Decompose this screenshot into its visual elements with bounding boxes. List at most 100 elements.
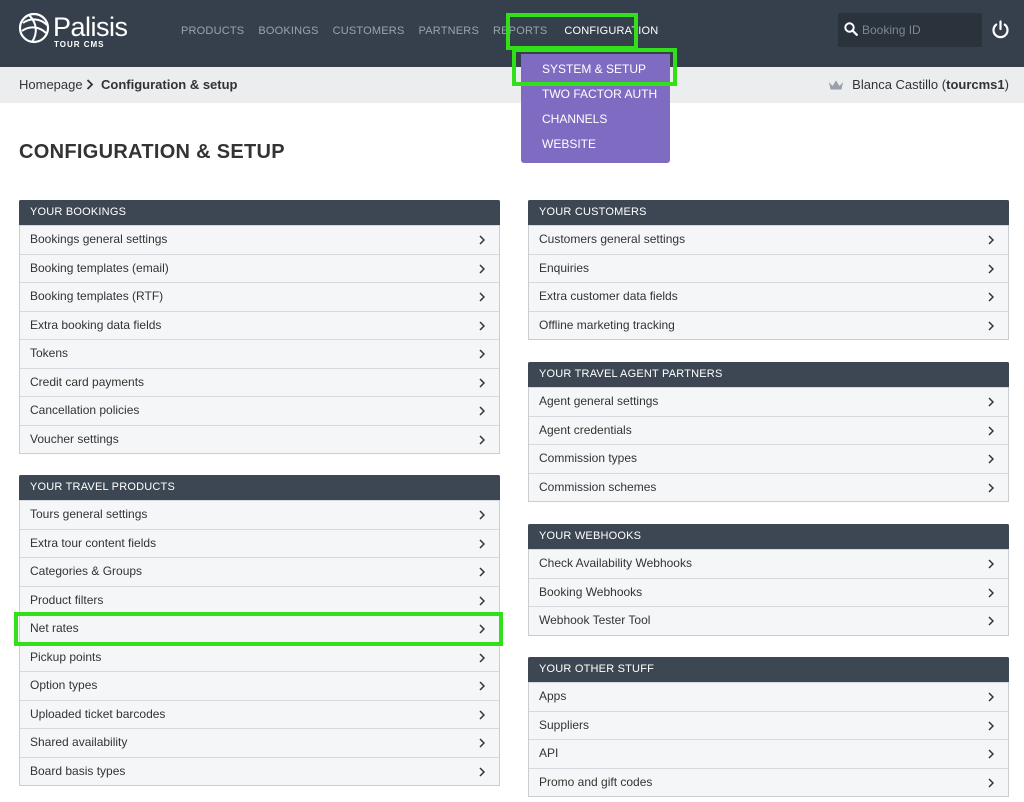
settings-link-label: Offline marketing tracking [539,317,675,332]
breadcrumb-home[interactable]: Homepage [19,77,83,92]
user-name: Blanca Castillo [852,77,939,92]
user-info[interactable]: Blanca Castillo (tourcms1) [828,77,1009,92]
settings-link[interactable]: API [529,739,1008,768]
chevron-right-icon [988,692,994,702]
settings-link[interactable]: Pickup points [20,642,499,671]
user-account-close: ) [1004,77,1009,92]
settings-link[interactable]: Credit card payments [20,367,499,396]
chevron-right-icon [479,434,485,445]
chevron-right-icon [479,681,485,691]
breadcrumb-current: Configuration & setup [101,77,238,92]
panel-travel-agent-partners: YOUR TRAVEL AGENT PARTNERS Agent general … [528,362,1009,502]
globe-logo-icon [18,12,50,44]
nav-partners[interactable]: PARTNERS [419,25,479,37]
settings-link-label: Uploaded ticket barcodes [30,706,166,721]
panel-title: YOUR TRAVEL AGENT PARTNERS [528,362,1009,387]
settings-link-label: Credit card payments [30,374,145,389]
chevron-right-icon [479,406,485,416]
settings-link[interactable]: Booking templates (email) [20,253,499,282]
settings-link[interactable]: Webhook Tester Tool [529,606,1008,635]
chevron-right-icon [479,349,485,359]
settings-link-label: Agent credentials [539,422,632,437]
settings-link[interactable]: Booking Webhooks [529,577,1008,606]
settings-link[interactable]: Extra tour content fields [20,528,499,557]
dropdown-channels[interactable]: CHANNELS [542,112,607,126]
settings-link[interactable]: Check Availability Webhooks [529,549,1008,578]
settings-link[interactable]: Shared availability [20,728,499,757]
booking-id-input[interactable] [862,13,980,47]
panel-webhooks: YOUR WEBHOOKS Check Availability Webhooks… [528,524,1009,636]
settings-link[interactable]: Cancellation policies [20,396,499,425]
booking-search [838,13,982,47]
main-nav: PRODUCTS BOOKINGS CUSTOMERS PARTNERS REP… [181,0,672,62]
settings-link[interactable]: Bookings general settings [20,225,499,254]
settings-link[interactable]: Agent general settings [529,387,1008,416]
settings-link[interactable]: Board basis types [20,756,499,785]
settings-link[interactable]: Agent credentials [529,415,1008,444]
chevron-right-icon [988,397,994,407]
panel-title: YOUR WEBHOOKS [528,524,1009,549]
panel-title: YOUR BOOKINGS [19,200,500,225]
settings-link[interactable]: Offline marketing tracking [529,310,1008,339]
chevron-right-icon [479,292,485,302]
settings-link-label: Agent general settings [539,394,659,408]
crown-icon [829,80,844,89]
top-bar: Palisis TOUR CMS PRODUCTS BOOKINGS CUSTO… [0,0,1024,67]
dropdown-two-factor-auth[interactable]: TWO FACTOR AUTH [542,87,657,101]
nav-customers[interactable]: CUSTOMERS [333,25,405,37]
settings-link[interactable]: Commission types [529,444,1008,473]
user-account: tourcms1 [946,77,1005,92]
chevron-right-icon [988,720,994,731]
settings-link-label: Enquiries [539,260,590,275]
chevron-right-icon [479,766,485,777]
settings-link-label: Tours general settings [30,507,148,521]
settings-link[interactable]: Uploaded ticket barcodes [20,699,499,728]
chevron-right-icon [479,510,485,520]
chevron-right-icon [988,616,994,626]
settings-link[interactable]: Tokens [20,339,499,368]
settings-link-label: Categories & Groups [30,564,143,578]
logo[interactable]: Palisis TOUR CMS [17,11,132,51]
panel-title: YOUR TRAVEL PRODUCTS [19,475,500,500]
panel-other-stuff: YOUR OTHER STUFF Apps Suppliers API Promo an… [528,657,1009,797]
settings-link[interactable]: Extra booking data fields [20,310,499,339]
dropdown-system-setup[interactable]: SYSTEM & SETUP [542,62,646,76]
power-icon[interactable] [991,20,1010,39]
panel-bookings: YOUR BOOKINGS Bookings general settings Bo… [19,200,500,454]
settings-link[interactable]: Net rates [20,614,499,643]
settings-link-label: Pickup points [30,649,102,664]
settings-link[interactable]: Commission schemes [529,472,1008,501]
nav-products[interactable]: PRODUCTS [181,25,244,37]
settings-link[interactable]: Tours general settings [20,500,499,529]
panel-customers: YOUR CUSTOMERS Customers general settings… [528,200,1009,340]
nav-bookings[interactable]: BOOKINGS [258,25,318,37]
settings-link-label: Bookings general settings [30,232,168,246]
settings-link[interactable]: Categories & Groups [20,557,499,586]
settings-link[interactable]: Customers general settings [529,225,1008,254]
settings-link-label: Apps [539,689,567,703]
settings-link[interactable]: Apps [529,682,1008,711]
chevron-right-icon [479,320,485,331]
dropdown-website[interactable]: WEBSITE [542,137,596,151]
chevron-right-icon [988,749,994,759]
settings-link[interactable]: Product filters [20,585,499,614]
settings-link[interactable]: Enquiries [529,253,1008,282]
brand-sub: TOUR CMS [54,40,105,49]
settings-link[interactable]: Promo and gift codes [529,767,1008,796]
settings-link[interactable]: Option types [20,671,499,700]
settings-link[interactable]: Extra customer data fields [529,282,1008,311]
breadcrumb: Homepage Configuration & setup Blanca Ca… [0,67,1024,103]
chevron-right-icon [86,79,94,90]
settings-link-label: Suppliers [539,717,590,732]
search-icon [844,22,858,36]
user-account-open: ( [938,77,947,92]
settings-link-label: Webhook Tester Tool [539,613,651,627]
chevron-right-icon [479,263,485,274]
chevron-right-icon [479,377,485,388]
settings-link[interactable]: Suppliers [529,710,1008,739]
chevron-right-icon [988,482,994,493]
settings-link[interactable]: Booking templates (RTF) [20,282,499,311]
nav-reports[interactable]: REPORTS [493,25,547,37]
settings-link[interactable]: Voucher settings [20,424,499,453]
nav-configuration[interactable]: CONFIGURATION [564,25,658,37]
